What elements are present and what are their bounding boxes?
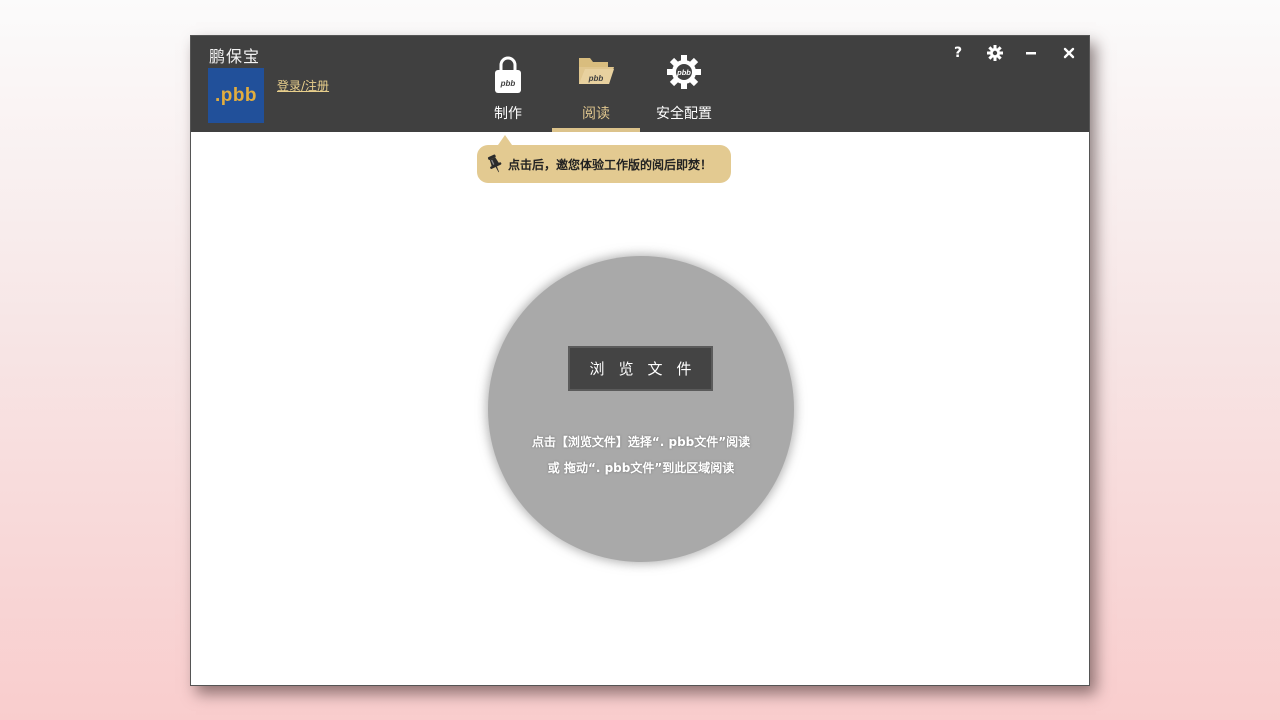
app-window: 鹏保宝 .pbb 登录/注册 pbb 制作 pbb 阅读 pbb 安全配置 ? … [190,35,1090,686]
tab-security-label: 安全配置 [656,106,712,122]
folder-pbb-icon: pbb [576,54,616,94]
minimize-button[interactable] [1019,42,1043,64]
lock-pbb-icon: pbb [488,54,528,94]
gear-pbb-icon: pbb [664,54,704,94]
login-register-link[interactable]: 登录/注册 [277,77,329,94]
tab-make-label: 制作 [494,106,522,122]
tab-read-label: 阅读 [582,106,610,122]
tooltip-text: 点击后，邀您体验工作版的阅后即焚！ [508,157,713,172]
drop-hint-line-1: 点击【浏览文件】选择“. pbb文件”阅读 [531,435,751,449]
drop-hint-line-2: 或 拖动“. pbb文件”到此区域阅读 [547,461,735,475]
tab-read[interactable]: pbb 阅读 [576,54,616,132]
close-button[interactable] [1057,42,1081,64]
help-button[interactable]: ? [946,42,970,64]
gear-icon [987,45,1003,61]
pin-icon [487,154,502,173]
svg-text:pbb: pbb [588,74,604,83]
active-tab-indicator [552,128,640,132]
svg-text:pbb: pbb [676,68,691,77]
app-logo: .pbb [208,68,264,123]
title-bar: 鹏保宝 .pbb 登录/注册 pbb 制作 pbb 阅读 pbb 安全配置 ? [191,36,1089,132]
close-icon [1063,47,1075,59]
settings-button[interactable] [983,42,1007,64]
minimize-icon [1026,52,1036,55]
logo-text: .pbb [214,84,258,106]
tab-security[interactable]: pbb 安全配置 [654,54,714,132]
app-name: 鹏保宝 [209,47,261,66]
browse-files-button[interactable]: 浏览文件 [568,346,713,391]
tab-make[interactable]: pbb 制作 [488,54,528,132]
file-drop-zone[interactable]: 浏览文件 点击【浏览文件】选择“. pbb文件”阅读 或 拖动“. pbb文件”… [488,256,794,562]
promo-tooltip[interactable]: 点击后，邀您体验工作版的阅后即焚！ [477,135,731,183]
svg-text:pbb: pbb [500,79,516,88]
